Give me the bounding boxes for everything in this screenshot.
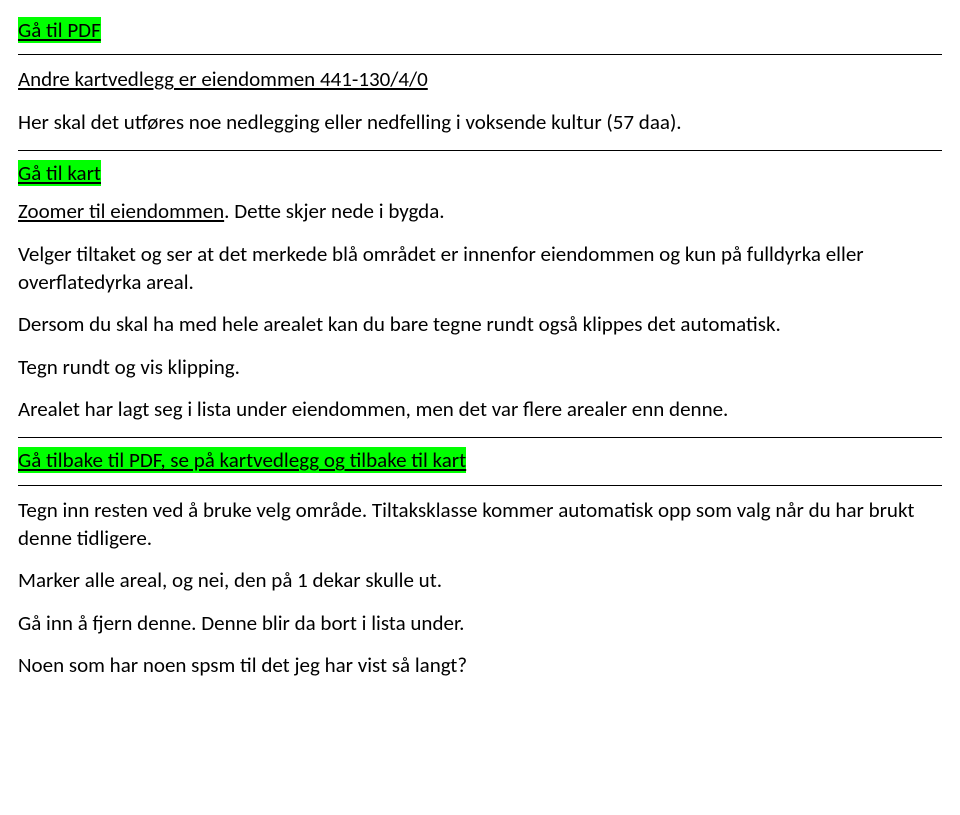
paragraph-tegn: Tegn rundt og vis klipping. bbox=[18, 353, 942, 381]
paragraph-tegn-inn: Tegn inn resten ved å bruke velg område.… bbox=[18, 496, 942, 553]
paragraph-noen: Noen som har noen spsm til det jeg har v… bbox=[18, 651, 942, 679]
paragraph-gaa-inn: Gå inn å fjern denne. Denne blir da bort… bbox=[18, 609, 942, 637]
divider bbox=[18, 150, 942, 151]
link-go-to-map-wrapper: Gå til kart bbox=[18, 159, 942, 187]
heading-text: Andre kartvedlegg er eiendommen 441-130/… bbox=[18, 66, 428, 92]
link-back-wrapper: Gå tilbake til PDF, se på kartvedlegg og… bbox=[18, 446, 942, 474]
paragraph-intro: Her skal det utføres noe nedlegging elle… bbox=[18, 108, 942, 136]
link-back-to-pdf-map[interactable]: Gå tilbake til PDF, se på kartvedlegg og… bbox=[18, 447, 466, 473]
paragraph-zoom: Zoomer til eiendommen. Dette skjer nede … bbox=[18, 197, 942, 225]
divider bbox=[18, 485, 942, 486]
paragraph-marker: Marker alle areal, og nei, den på 1 deka… bbox=[18, 566, 942, 594]
zoom-rest: . Dette skjer nede i bygda. bbox=[224, 198, 444, 224]
document-page: Gå til PDF Andre kartvedlegg er eiendomm… bbox=[0, 0, 960, 815]
zoom-underlined: Zoomer til eiendommen bbox=[18, 198, 224, 224]
link-go-to-map[interactable]: Gå til kart bbox=[18, 160, 101, 186]
paragraph-arealet: Arealet har lagt seg i lista under eiend… bbox=[18, 395, 942, 423]
divider bbox=[18, 54, 942, 55]
heading-other-map-attachments: Andre kartvedlegg er eiendommen 441-130/… bbox=[18, 65, 942, 93]
link-go-to-pdf[interactable]: Gå til PDF bbox=[18, 17, 101, 43]
divider bbox=[18, 437, 942, 438]
link-go-to-pdf-wrapper: Gå til PDF bbox=[18, 16, 942, 44]
paragraph-dersom: Dersom du skal ha med hele arealet kan d… bbox=[18, 310, 942, 338]
paragraph-velger: Velger tiltaket og ser at det merkede bl… bbox=[18, 240, 942, 297]
